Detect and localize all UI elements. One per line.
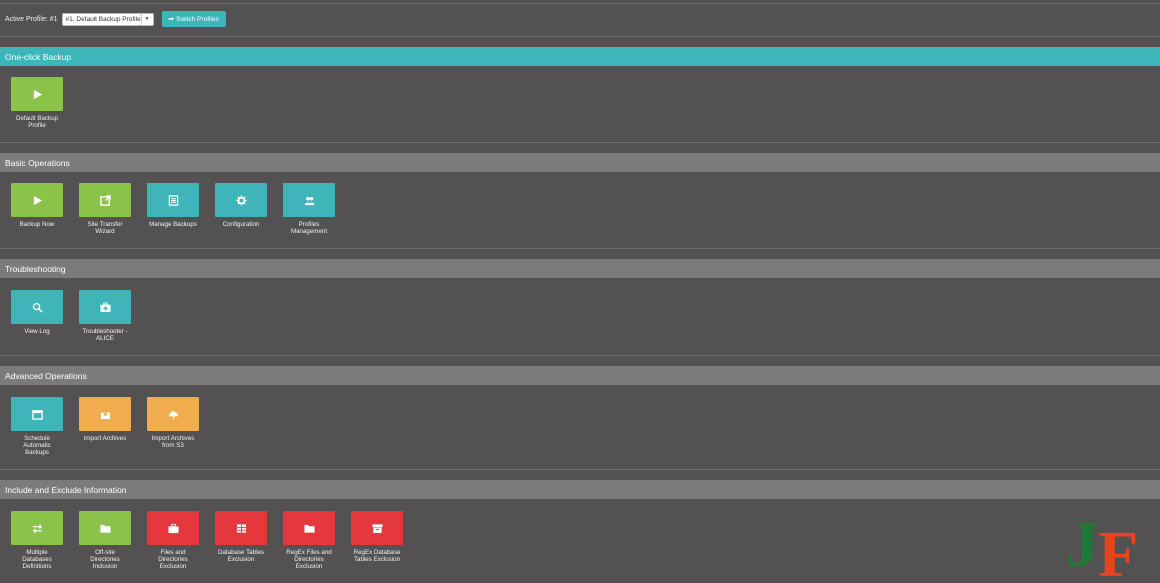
- tile-box: [79, 183, 131, 217]
- active-profile-label: Active Profile: #1: [5, 15, 58, 23]
- tile-manage-backups[interactable]: Manage Backups: [147, 183, 199, 228]
- tile-import-archives[interactable]: Import Archives: [79, 397, 131, 442]
- tile-box: [79, 290, 131, 324]
- tile-schedule-automatic-backups[interactable]: Schedule Automatic Backups: [11, 397, 63, 456]
- tile-label: Backup Now: [19, 221, 55, 228]
- switch-profiles-button[interactable]: ➦ Switch Profiles: [161, 11, 226, 27]
- tile-label: RegEx Files and Directories Exclusion: [286, 549, 332, 570]
- tile-database-tables-exclusion[interactable]: Database Tables Exclusion: [215, 511, 267, 563]
- tile-box: [215, 511, 267, 545]
- tile-troubleshooter-alice[interactable]: Troubleshooter - ALICE: [79, 290, 131, 342]
- tile-view-log[interactable]: View Log: [11, 290, 63, 335]
- tile-box: [147, 183, 199, 217]
- tile-label: Import Archives: [83, 435, 127, 442]
- tile-profiles-management[interactable]: Profiles Management: [283, 183, 335, 235]
- profile-select[interactable]: #1. Default Backup Profile ▼: [61, 12, 154, 26]
- switch-profiles-label: Switch Profiles: [176, 15, 219, 23]
- tile-box: [283, 183, 335, 217]
- tile-label: Schedule Automatic Backups: [23, 435, 51, 456]
- gear-icon: [235, 194, 247, 206]
- tile-label: Default Backup Profile: [16, 115, 58, 129]
- tile-label: Multiple Databases Definitions: [22, 549, 52, 570]
- jf-logo: J F: [1066, 508, 1138, 580]
- first-aid-kit-icon: [99, 301, 111, 312]
- tile-box: [283, 511, 335, 545]
- table-icon: [236, 523, 246, 533]
- tile-default-backup-profile[interactable]: Default Backup Profile: [11, 77, 63, 129]
- logo-letter-f: F: [1098, 518, 1138, 580]
- tile-box: [215, 183, 267, 217]
- tile-label: RegEx Database Tables Exclusion: [353, 549, 401, 563]
- tile-import-archives-s3[interactable]: Import Archives from S3: [147, 397, 199, 449]
- tile-box: [79, 511, 131, 545]
- calendar-icon: [31, 409, 43, 420]
- tile-label: Configuration: [222, 221, 260, 228]
- tile-box: [11, 397, 63, 431]
- tile-label: Files and Directories Exclusion: [158, 549, 188, 570]
- tile-backup-now[interactable]: Backup Now: [11, 183, 63, 228]
- tile-site-transfer-wizard[interactable]: Site Transfer Wizard: [79, 183, 131, 235]
- tile-box: [147, 511, 199, 545]
- import-box-icon: [100, 408, 110, 419]
- section-header-basic-operations: Basic Operations: [0, 153, 1160, 172]
- search-icon: [32, 302, 43, 313]
- tile-label: Profiles Management: [290, 221, 328, 235]
- play-icon: [33, 89, 42, 99]
- tile-box: [79, 397, 131, 431]
- tile-box: [11, 183, 63, 217]
- section-header-one-click-backup: One-click Backup: [0, 47, 1160, 66]
- tile-files-directories-exclusion[interactable]: Files and Directories Exclusion: [147, 511, 199, 570]
- archive-icon: [371, 523, 383, 533]
- tile-label: Off-site Directories Inclusion: [90, 549, 120, 570]
- tile-box: [351, 511, 403, 545]
- section-header-advanced-operations: Advanced Operations: [0, 366, 1160, 385]
- folder-icon: [303, 524, 315, 533]
- profile-bar: Active Profile: #1 #1. Default Backup Pr…: [5, 11, 226, 27]
- play-icon: [33, 195, 42, 205]
- divider: [0, 36, 1160, 37]
- chevron-down-icon: ▼: [140, 13, 153, 25]
- tile-offsite-directories-inclusion[interactable]: Off-site Directories Inclusion: [79, 511, 131, 570]
- divider: [0, 142, 1160, 143]
- tile-box: [11, 511, 63, 545]
- tile-box: [11, 77, 63, 111]
- section-header-troubleshooting: Troubleshooting: [0, 259, 1160, 278]
- top-divider: [0, 3, 1160, 4]
- tile-label: Database Tables Exclusion: [218, 549, 264, 563]
- folder-icon: [99, 524, 111, 533]
- tile-label: View Log: [24, 328, 50, 335]
- list-icon: [168, 194, 178, 206]
- profile-select-value: #1. Default Backup Profile: [65, 15, 141, 23]
- divider: [0, 469, 1160, 470]
- section-header-include-exclude: Include and Exclude Information: [0, 480, 1160, 499]
- briefcase-icon: [167, 523, 179, 533]
- logo-letter-j: J: [1066, 508, 1099, 580]
- tile-label: Import Archives from S3: [151, 435, 195, 449]
- arrows-exchange-icon: [32, 523, 42, 533]
- tile-label: Site Transfer Wizard: [87, 221, 123, 235]
- divider: [0, 355, 1160, 356]
- tile-regex-files-directories-exclusion[interactable]: RegEx Files and Directories Exclusion: [283, 511, 335, 570]
- users-icon: [304, 196, 314, 205]
- tile-configuration[interactable]: Configuration: [215, 183, 267, 228]
- divider: [0, 248, 1160, 249]
- external-link-icon: [99, 194, 111, 206]
- tile-box: [147, 397, 199, 431]
- tile-label: Troubleshooter - ALICE: [82, 328, 128, 342]
- tile-regex-database-tables-exclusion[interactable]: RegEx Database Tables Exclusion: [351, 511, 403, 563]
- share-arrow-icon: ➦: [168, 16, 175, 23]
- tile-box: [11, 290, 63, 324]
- cloud-upload-icon: [168, 410, 178, 420]
- tile-multiple-databases-definitions[interactable]: Multiple Databases Definitions: [11, 511, 63, 570]
- tile-label: Manage Backups: [149, 221, 197, 228]
